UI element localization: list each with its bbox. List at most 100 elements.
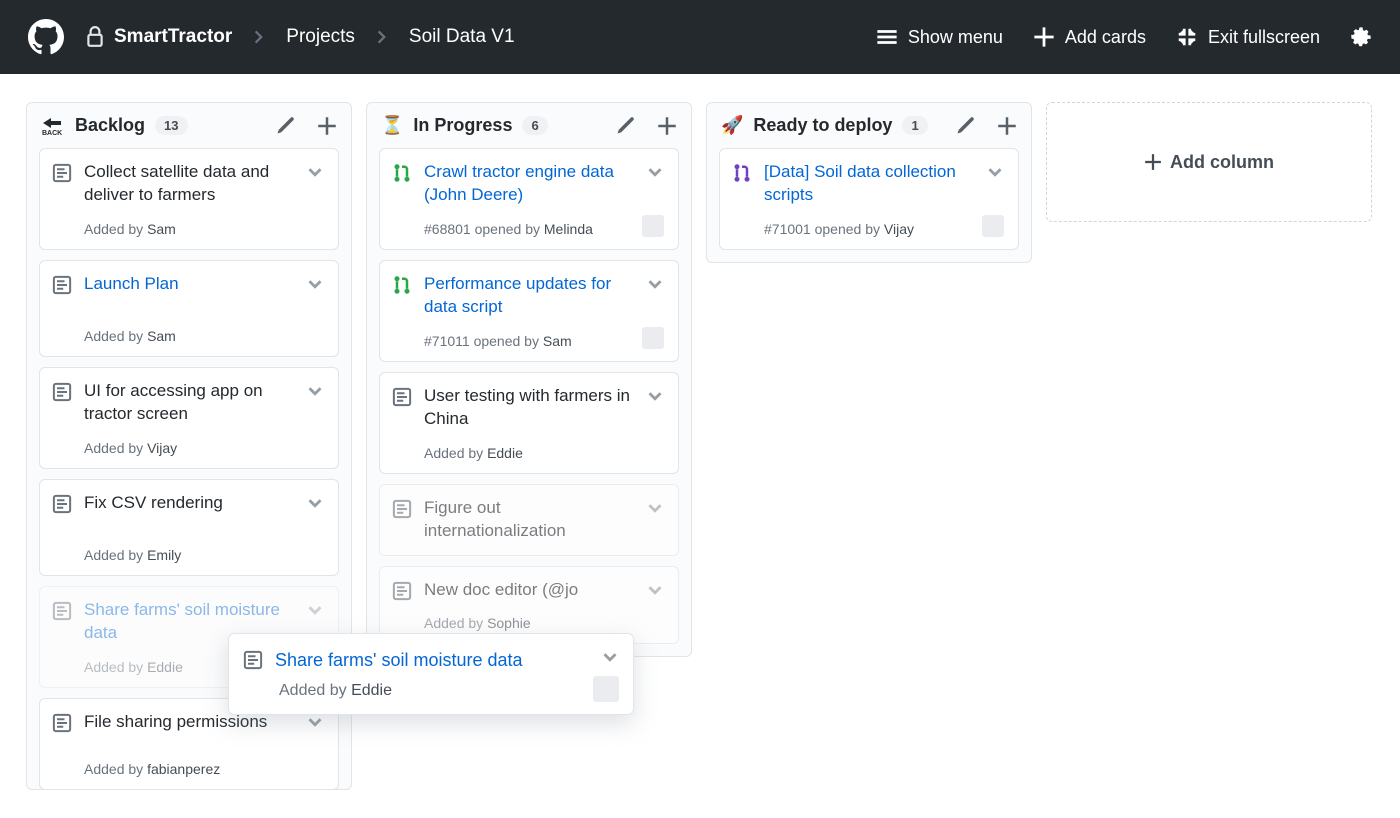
edit-column-icon[interactable]: [615, 116, 635, 136]
github-logo-icon[interactable]: [28, 19, 64, 55]
avatar: [593, 676, 619, 702]
note-icon: [243, 650, 263, 670]
note-icon: [52, 494, 72, 514]
card-menu-icon[interactable]: [644, 273, 666, 295]
lock-icon: [86, 26, 104, 48]
chevron-right-icon: [250, 28, 268, 46]
card-meta: Added by Eddie: [424, 445, 664, 461]
hourglass-icon: ⏳: [381, 115, 403, 136]
card-menu-icon[interactable]: [644, 497, 666, 519]
card[interactable]: Performance updates for data script #710…: [379, 260, 679, 362]
add-column-label: Add column: [1170, 152, 1274, 173]
card-title: UI for accessing app on tractor screen: [84, 380, 324, 426]
card-menu-icon[interactable]: [644, 385, 666, 407]
pr-merged-icon: [732, 163, 752, 183]
card-meta: Added by Sophie: [424, 615, 664, 631]
card-menu-icon[interactable]: [304, 599, 326, 621]
breadcrumb-repo[interactable]: SmartTractor: [114, 26, 232, 48]
exit-fullscreen-label: Exit fullscreen: [1208, 27, 1320, 48]
board: BACK Backlog 13 Collect satellite data a…: [0, 74, 1400, 818]
card-menu-icon[interactable]: [644, 579, 666, 601]
plus-icon: [1033, 26, 1055, 48]
add-column-button[interactable]: Add column: [1046, 102, 1372, 222]
breadcrumb-projects[interactable]: Projects: [286, 26, 355, 48]
menu-icon: [876, 26, 898, 48]
card-meta: Added by Eddie: [279, 682, 617, 700]
pr-open-icon: [392, 275, 412, 295]
card[interactable]: Crawl tractor engine data (John Deere) #…: [379, 148, 679, 250]
card-title: [Data] Soil data collection scripts: [764, 161, 1004, 207]
column-count: 1: [902, 116, 927, 135]
cards-list: Crawl tractor engine data (John Deere) #…: [367, 148, 691, 656]
note-icon: [52, 163, 72, 183]
card-menu-icon[interactable]: [304, 380, 326, 402]
avatar: [642, 327, 664, 349]
card-menu-icon[interactable]: [984, 161, 1006, 183]
note-icon: [52, 382, 72, 402]
card[interactable]: User testing with farmers in China Added…: [379, 372, 679, 474]
card-menu-icon[interactable]: [304, 492, 326, 514]
pr-open-icon: [392, 163, 412, 183]
note-icon: [52, 601, 72, 621]
card-title: Collect satellite data and deliver to fa…: [84, 161, 324, 207]
add-cards-label: Add cards: [1065, 27, 1146, 48]
card-title: Fix CSV rendering: [84, 492, 251, 515]
note-icon: [52, 713, 72, 733]
card[interactable]: Fix CSV rendering Added by Emily: [39, 479, 339, 576]
header-actions: Show menu Add cards Exit fullscreen: [876, 26, 1372, 48]
note-icon: [52, 275, 72, 295]
add-card-icon[interactable]: [317, 116, 337, 136]
add-card-icon[interactable]: [657, 116, 677, 136]
card-title: Launch Plan: [84, 273, 207, 296]
header: SmartTractor Projects Soil Data V1 Show …: [0, 0, 1400, 74]
edit-column-icon[interactable]: [275, 116, 295, 136]
card-meta: Added by Sam: [84, 328, 324, 344]
card-meta: Added by Sam: [84, 221, 324, 237]
card-menu-icon[interactable]: [304, 273, 326, 295]
card[interactable]: Launch Plan Added by Sam: [39, 260, 339, 357]
card-menu-icon[interactable]: [304, 161, 326, 183]
gear-icon[interactable]: [1350, 26, 1372, 48]
edit-column-icon[interactable]: [955, 116, 975, 136]
column-count: 6: [522, 116, 547, 135]
add-card-icon[interactable]: [997, 116, 1017, 136]
card-meta: Added by Emily: [84, 547, 324, 563]
card[interactable]: Figure out internationalization: [379, 484, 679, 556]
plus-icon: [1144, 153, 1162, 171]
note-icon: [392, 499, 412, 519]
column-ready: 🚀 Ready to deploy 1 [Data] Soil data col…: [706, 102, 1032, 263]
show-menu-button[interactable]: Show menu: [876, 26, 1003, 48]
column-in-progress: ⏳ In Progress 6 Crawl tractor engine dat…: [366, 102, 692, 657]
card-title: Share farms' soil moisture data: [275, 648, 551, 672]
column-header: BACK Backlog 13: [27, 103, 351, 148]
column-header: 🚀 Ready to deploy 1: [707, 103, 1031, 148]
card-meta: #71011 opened by Sam: [424, 333, 664, 349]
rocket-icon: 🚀: [721, 115, 743, 136]
column-title: Ready to deploy: [753, 115, 892, 136]
add-cards-button[interactable]: Add cards: [1033, 26, 1146, 48]
card[interactable]: [Data] Soil data collection scripts #710…: [719, 148, 1019, 250]
card-meta: #71001 opened by Vijay: [764, 221, 1004, 237]
avatar: [982, 215, 1004, 237]
card-menu-icon[interactable]: [599, 646, 621, 668]
exit-fullscreen-icon: [1176, 26, 1198, 48]
column-header: ⏳ In Progress 6: [367, 103, 691, 148]
avatar: [642, 215, 664, 237]
note-icon: [392, 581, 412, 601]
card-title: Crawl tractor engine data (John Deere): [424, 161, 664, 207]
card[interactable]: UI for accessing app on tractor screen A…: [39, 367, 339, 469]
card-menu-icon[interactable]: [644, 161, 666, 183]
card-title: New doc editor (@jo: [424, 579, 606, 602]
card-meta: Added by Vijay: [84, 440, 324, 456]
dragging-card[interactable]: Share farms' soil moisture data Added by…: [228, 633, 634, 715]
card-meta: Added by fabianperez: [84, 761, 324, 777]
card[interactable]: Collect satellite data and deliver to fa…: [39, 148, 339, 250]
exit-fullscreen-button[interactable]: Exit fullscreen: [1176, 26, 1320, 48]
svg-text:BACK: BACK: [42, 130, 62, 136]
cards-list: [Data] Soil data collection scripts #710…: [707, 148, 1031, 262]
card-title: User testing with farmers in China: [424, 385, 664, 431]
chevron-right-icon: [373, 28, 391, 46]
card-title: Figure out internationalization: [424, 497, 664, 543]
breadcrumb-board[interactable]: Soil Data V1: [409, 26, 515, 48]
note-icon: [392, 387, 412, 407]
